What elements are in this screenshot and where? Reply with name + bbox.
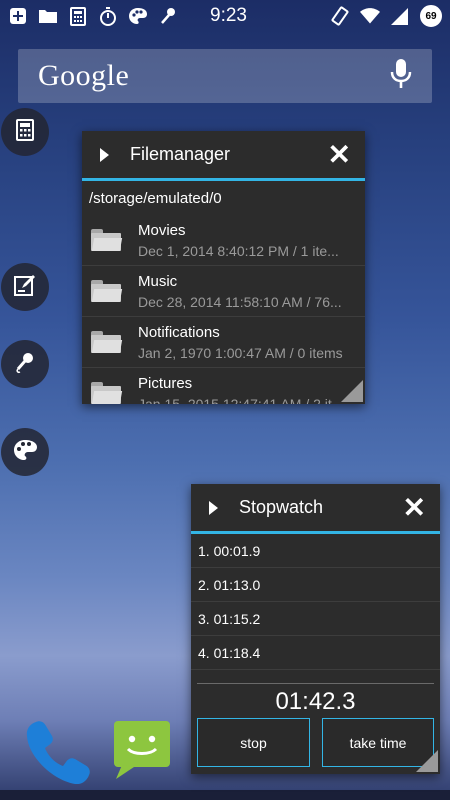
battery-icon: 69 <box>420 5 442 27</box>
google-logo: Google <box>38 59 130 92</box>
launcher-notepad-button[interactable] <box>1 263 49 311</box>
item-meta: Jan 2, 1970 1:00:47 AM / 0 items <box>138 344 343 361</box>
resize-handle[interactable] <box>341 380 363 402</box>
item-name: Notifications <box>138 323 220 341</box>
item-meta: Jan 15, 2015 12:47:41 AM / 2 it... <box>138 395 344 405</box>
stopwatch-title-bar[interactable]: Stopwatch ✕ <box>191 484 440 534</box>
current-path: /storage/emulated/0 <box>89 189 222 207</box>
dock-shadow <box>0 790 450 800</box>
stopwatch-icon <box>98 6 118 26</box>
window-title: Stopwatch <box>239 497 324 517</box>
window-title: Filemanager <box>130 144 231 164</box>
google-search-bar[interactable]: Google <box>18 49 432 103</box>
calculator-icon <box>16 118 34 146</box>
folder-icon <box>91 229 123 251</box>
wifi-icon <box>360 6 380 26</box>
divider <box>197 683 434 684</box>
list-item[interactable]: Music Dec 28, 2014 11:58:10 AM / 76... <box>82 266 365 317</box>
resize-handle[interactable] <box>416 750 438 772</box>
add-icon <box>8 6 28 26</box>
folder-icon <box>91 280 123 302</box>
clock-time: 9:23 <box>210 5 247 26</box>
item-name: Music <box>138 272 178 290</box>
folder-icon <box>38 6 58 26</box>
list-item[interactable]: Movies Dec 1, 2014 8:40:12 PM / 1 ite... <box>82 215 365 266</box>
stop-button[interactable]: stop <box>197 718 310 767</box>
lap-item: 1. 00:01.9 <box>191 534 440 568</box>
folder-icon <box>91 331 123 353</box>
palette-icon <box>12 438 38 467</box>
signal-icon <box>390 6 410 26</box>
item-meta: Dec 1, 2014 8:40:12 PM / 1 ite... <box>138 242 339 259</box>
lap-item: 4. 01:18.4 <box>191 636 440 670</box>
list-item[interactable]: Notifications Jan 2, 1970 1:00:47 AM / 0… <box>82 317 365 368</box>
stopwatch-window[interactable]: Stopwatch ✕ 1. 00:01.9 2. 01:13.0 3. 01:… <box>191 484 440 774</box>
notepad-icon <box>13 273 37 302</box>
filemanager-title-bar[interactable]: Filemanager ✕ <box>82 131 365 181</box>
calculator-icon <box>68 6 88 26</box>
stopwatch-time: 01:42.3 <box>275 688 356 715</box>
microphone-icon <box>13 350 37 379</box>
lap-item: 2. 01:13.0 <box>191 568 440 602</box>
item-name: Movies <box>138 221 186 239</box>
item-meta: Dec 28, 2014 11:58:10 AM / 76... <box>138 293 342 310</box>
phone-icon[interactable] <box>24 718 90 789</box>
play-icon[interactable] <box>209 500 218 515</box>
item-name: Pictures <box>138 374 193 392</box>
launcher-palette-button[interactable] <box>1 428 49 476</box>
launcher-microphone-button[interactable] <box>1 340 49 388</box>
palette-icon <box>128 6 148 26</box>
voice-search-icon[interactable] <box>390 58 412 95</box>
play-icon[interactable] <box>100 147 109 162</box>
rotate-icon <box>330 6 350 26</box>
messaging-icon[interactable] <box>112 719 172 786</box>
launcher-calculator-button[interactable] <box>1 108 49 156</box>
lap-item: 3. 01:15.2 <box>191 602 440 636</box>
close-icon[interactable]: ✕ <box>328 140 351 169</box>
microphone-icon <box>158 6 178 26</box>
close-icon[interactable]: ✕ <box>403 493 426 522</box>
list-item[interactable]: Pictures Jan 15, 2015 12:47:41 AM / 2 it… <box>82 368 365 404</box>
status-bar: 9:23 69 <box>0 0 450 32</box>
folder-icon <box>91 382 123 404</box>
filemanager-window[interactable]: Filemanager ✕ /storage/emulated/0 Movies… <box>82 131 365 404</box>
